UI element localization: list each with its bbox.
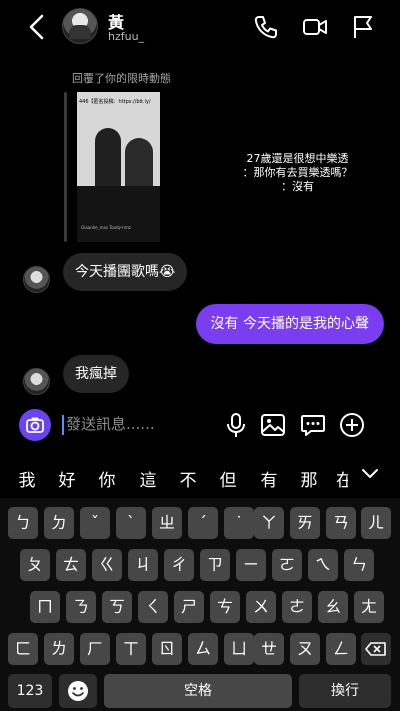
- candidate-bar: 我 好 你 這 不 但 有 那 在: [0, 462, 400, 498]
- back-arrow-icon[interactable]: [26, 12, 50, 42]
- story-overlay-line: 27歲還是很想中樂透: [246, 152, 349, 165]
- image-icon[interactable]: [259, 411, 287, 439]
- candidate-word[interactable]: 在: [336, 466, 348, 491]
- backspace-icon: [365, 642, 386, 656]
- story-overlay-line: ：那你有去買樂透嗎？: [242, 166, 353, 179]
- key[interactable]: ㄩ: [224, 633, 254, 665]
- key[interactable]: ㄋ: [66, 591, 96, 623]
- incoming-message[interactable]: 我瘋掉: [63, 355, 129, 393]
- key[interactable]: ˊ: [188, 507, 218, 539]
- key[interactable]: ㄧ: [236, 549, 266, 581]
- key[interactable]: ㄝ: [254, 633, 284, 665]
- key[interactable]: ㄞ: [290, 507, 320, 539]
- key[interactable]: ㄏ: [80, 633, 110, 665]
- key[interactable]: ㄥ: [326, 633, 356, 665]
- candidate-word[interactable]: 你: [95, 466, 119, 491]
- candidate-word[interactable]: 好: [55, 466, 79, 491]
- text-cursor: [62, 415, 64, 435]
- message-input[interactable]: 發送訊息......: [66, 413, 155, 434]
- backspace-key[interactable]: [361, 633, 391, 665]
- key[interactable]: ㄉ: [44, 507, 74, 539]
- person-silhouette: [95, 128, 121, 186]
- key[interactable]: ㄚ: [254, 507, 284, 539]
- emoji-key[interactable]: [59, 674, 97, 708]
- outgoing-message[interactable]: 沒有 今天播的是我的心聲: [195, 304, 384, 344]
- key[interactable]: ㄦ: [361, 507, 391, 539]
- phone-icon[interactable]: [253, 14, 279, 40]
- story-overlay-text: 27歲還是很想中樂透 ：那你有去買樂透嗎？ ：沒有: [210, 152, 385, 194]
- reply-quote-bar: [64, 92, 67, 242]
- candidate-word[interactable]: 這: [136, 466, 160, 491]
- story-reply-label: 回覆了你的限時動態: [72, 72, 171, 85]
- chevron-down-icon[interactable]: [360, 466, 380, 482]
- candidate-word[interactable]: 不: [176, 466, 200, 491]
- key[interactable]: ㄜ: [282, 591, 312, 623]
- key[interactable]: ㄐ: [128, 549, 158, 581]
- message-composer: 發送訊息......: [10, 403, 390, 447]
- chat-header: 黃 hzfuu_: [0, 0, 400, 56]
- key[interactable]: ㄈ: [8, 633, 38, 665]
- key[interactable]: ㄡ: [290, 633, 320, 665]
- key[interactable]: ㄕ: [174, 591, 204, 623]
- key[interactable]: ˋ: [116, 507, 146, 539]
- avatar[interactable]: [23, 266, 50, 293]
- key[interactable]: ㄖ: [152, 633, 182, 665]
- key[interactable]: ㄌ: [44, 633, 74, 665]
- person-silhouette: [125, 138, 153, 186]
- candidate-word[interactable]: 那: [297, 466, 321, 491]
- add-icon[interactable]: [338, 411, 366, 439]
- key[interactable]: ㄔ: [164, 549, 194, 581]
- key[interactable]: ㄎ: [102, 591, 132, 623]
- story-photo: 446【匿名投稿：https://bit.ly/: [77, 92, 160, 186]
- contact-username[interactable]: hzfuu_: [108, 30, 144, 43]
- key[interactable]: ㄊ: [56, 549, 86, 581]
- key[interactable]: ㄤ: [354, 591, 384, 623]
- flag-icon[interactable]: [350, 14, 376, 40]
- avatar[interactable]: [62, 8, 98, 44]
- incoming-message[interactable]: 今天播團歌嗎😭: [63, 253, 188, 291]
- key[interactable]: ㄟ: [308, 549, 338, 581]
- candidate-word[interactable]: 我: [15, 466, 39, 491]
- key[interactable]: ㄇ: [30, 591, 60, 623]
- avatar[interactable]: [23, 368, 50, 395]
- key[interactable]: ㄘ: [210, 591, 240, 623]
- camera-icon: [26, 417, 44, 433]
- numbers-key[interactable]: 123: [8, 674, 52, 708]
- emoji-icon: [68, 681, 88, 701]
- story-footer-text: Giaanhe_mas Toady-hmz: [81, 225, 131, 230]
- key[interactable]: ㄒ: [116, 633, 146, 665]
- video-icon[interactable]: [302, 14, 328, 40]
- key[interactable]: ㄅ: [8, 507, 38, 539]
- key[interactable]: ㄓ: [152, 507, 182, 539]
- key[interactable]: ㄙ: [188, 633, 218, 665]
- key[interactable]: ㄠ: [318, 591, 348, 623]
- key[interactable]: ㄛ: [272, 549, 302, 581]
- candidate-word[interactable]: 但: [216, 466, 240, 491]
- key[interactable]: ㄢ: [326, 507, 356, 539]
- key[interactable]: ㄗ: [200, 549, 230, 581]
- story-thumbnail[interactable]: 446【匿名投稿：https://bit.ly/ Giaanhe_mas Toa…: [77, 92, 160, 242]
- candidate-word[interactable]: 有: [257, 466, 281, 491]
- key[interactable]: ㄨ: [246, 591, 276, 623]
- microphone-icon[interactable]: [222, 411, 250, 439]
- camera-button[interactable]: [19, 409, 51, 441]
- sticker-icon[interactable]: [299, 411, 327, 439]
- key[interactable]: ㄆ: [20, 549, 50, 581]
- key[interactable]: ㄣ: [344, 549, 374, 581]
- story-overlay-line: ：沒有: [281, 180, 314, 193]
- return-key[interactable]: 換行: [299, 674, 391, 708]
- key[interactable]: ㄍ: [92, 549, 122, 581]
- key[interactable]: ㄑ: [138, 591, 168, 623]
- space-key[interactable]: 空格: [104, 674, 292, 708]
- key[interactable]: ˇ: [80, 507, 110, 539]
- keyboard: ㄅ ㄉ ˇ ˋ ㄓ ˊ ˙ ㄚ ㄞ ㄢ ㄦ ㄆ ㄊ ㄍ ㄐ ㄔ ㄗ ㄧ ㄛ ㄟ …: [0, 498, 400, 711]
- key[interactable]: ˙: [224, 507, 254, 539]
- story-caption: 446【匿名投稿：https://bit.ly/: [79, 99, 151, 105]
